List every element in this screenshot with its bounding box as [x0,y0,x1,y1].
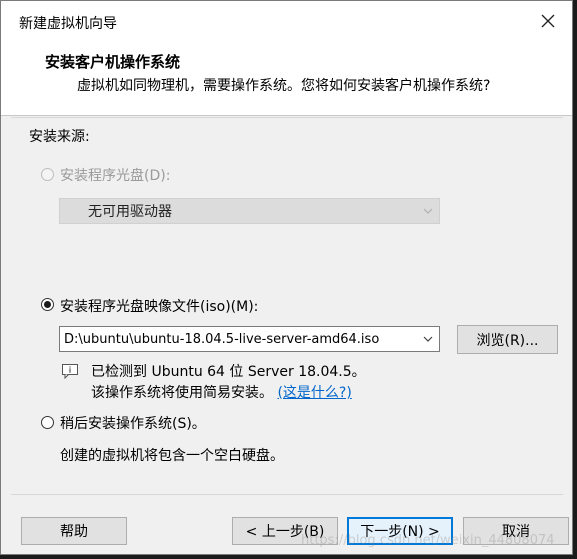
new-vm-wizard-window: 新建虚拟机向导 安装客户机操作系统 虚拟机如同物理机，需要操作系统。您将如何安装… [0,0,573,555]
window-title: 新建虚拟机向导 [19,16,117,32]
wizard-header: 安装客户机操作系统 虚拟机如同物理机，需要操作系统。您将如何安装客户机操作系统? [1,41,572,116]
chevron-down-icon [423,208,433,214]
disc-radio[interactable] [41,168,54,181]
detected-os-text: 已检测到 Ubuntu 64 位 Server 18.04.5。 [91,364,366,380]
close-icon[interactable] [534,7,562,35]
info-message-icon [62,364,78,379]
iso-path-value: D:\ubuntu\ubuntu-18.04.5-live-server-amd… [64,331,380,347]
browse-button[interactable]: 浏览(R)... [457,325,558,354]
what-is-this-link[interactable]: (这是什么?) [277,385,351,401]
easy-install-text: 该操作系统将使用简易安装。 [91,385,273,401]
install-later-radio[interactable] [41,416,54,429]
drive-select[interactable]: 无可用驱动器 [59,198,440,224]
install-source-label: 安装来源: [29,129,90,145]
page-title: 安装客户机操作系统 [45,53,181,71]
help-button[interactable]: 帮助 [21,517,127,545]
easy-install-note: 该操作系统将使用简易安装。 (这是什么?) [91,382,352,402]
iso-radio[interactable] [41,298,54,311]
chevron-down-icon [423,336,433,342]
csdn-watermark: https://blog.csdn.net/weixin_44808074 [301,533,555,548]
iso-path-select[interactable]: D:\ubuntu\ubuntu-18.04.5-live-server-amd… [59,326,440,352]
drive-select-value: 无可用驱动器 [88,204,172,220]
page-subtitle: 虚拟机如同物理机，需要操作系统。您将如何安装客户机操作系统? [77,78,491,94]
install-later-label: 稍后安装操作系统(S)。 [60,416,206,432]
title-bar: 新建虚拟机向导 [1,1,572,41]
install-later-description: 创建的虚拟机将包含一个空白硬盘。 [60,448,284,464]
disc-radio-label: 安装程序光盘(D): [60,168,171,184]
iso-radio-label: 安装程序光盘映像文件(iso)(M): [60,299,259,315]
